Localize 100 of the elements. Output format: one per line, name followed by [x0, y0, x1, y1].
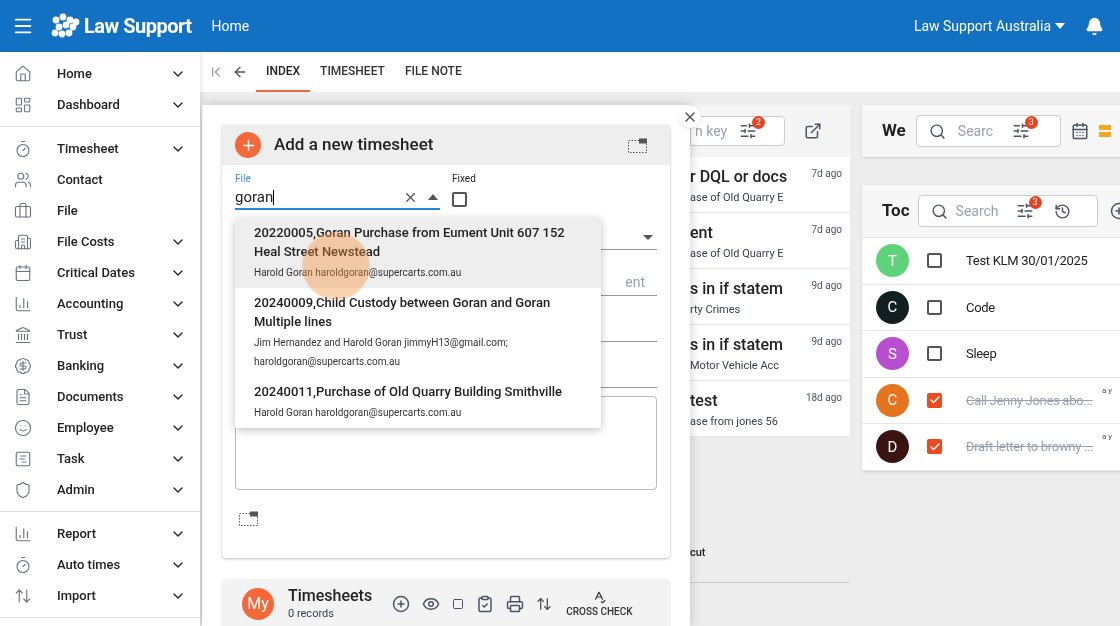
sidebar-label: Trust: [57, 325, 89, 344]
file-note-title: s in if statem: [690, 335, 784, 355]
footer-text: cut: [690, 545, 707, 561]
todo-label: Call Jenny Jones abo...: [966, 391, 1093, 410]
bank-icon: [14, 325, 32, 344]
add-icon[interactable]: [392, 595, 411, 613]
search-icon: [928, 122, 946, 140]
search-field[interactable]: Searc 3: [915, 115, 1061, 147]
field-placeholder: ent: [625, 273, 645, 292]
file-note-subtitle: ase of Old Quarry E: [690, 246, 785, 262]
sidebar-item[interactable]: Trust: [0, 319, 200, 350]
add-button[interactable]: [235, 132, 261, 158]
sidebar-item[interactable]: Dashboard: [0, 89, 200, 120]
calendar-icon[interactable]: [1070, 122, 1089, 140]
todo-label: Draft letter to browny ...: [966, 438, 1094, 456]
sidebar-item[interactable]: Timesheet: [0, 133, 200, 164]
expand-icon[interactable]: [239, 511, 258, 526]
filter-count: 2: [752, 116, 766, 129]
sidebar-item[interactable]: Task: [0, 443, 200, 474]
caret-icon: [643, 235, 653, 240]
tab[interactable]: FILE NOTE: [394, 52, 472, 92]
sidebar-item[interactable]: Banking: [0, 350, 200, 381]
file-note-time: 9d ago: [811, 279, 842, 293]
checkbox[interactable]: [927, 439, 942, 455]
sidebar-item[interactable]: Auto times: [0, 549, 200, 580]
filter-icon[interactable]: [1011, 122, 1030, 140]
spell-check-icon: [592, 589, 607, 604]
back-icon[interactable]: [232, 64, 248, 80]
sidebar-item[interactable]: Critical Dates: [0, 257, 200, 288]
close-button[interactable]: [679, 106, 701, 128]
sort-icon[interactable]: [536, 596, 553, 612]
organization-selector[interactable]: Law Support Australia: [913, 15, 1065, 37]
dollar-icon: [14, 356, 32, 375]
todo-label: Sleep: [966, 345, 997, 363]
sidebar-item[interactable]: File Costs: [0, 226, 200, 257]
avatar: D: [876, 430, 909, 464]
tab[interactable]: TIMESHEET: [310, 52, 395, 92]
todo-item[interactable]: C Code: [862, 284, 1120, 331]
caret-up-icon[interactable]: [428, 194, 438, 200]
fixed-checkbox[interactable]: [452, 192, 467, 207]
sidebar-label: Report: [57, 524, 98, 543]
search-placeholder: n key: [695, 121, 728, 141]
sidebar-label: Timesheet: [57, 139, 120, 158]
document-icon: [14, 387, 32, 406]
sidebar-item[interactable]: Contact: [0, 164, 200, 195]
fixed-label: Fixed: [452, 172, 476, 186]
avatar: C: [876, 383, 909, 417]
suggestion-item[interactable]: 20240009,Child Custody between Goran and Goran Multiple lines Jim Hernandez and Harold Goran jimmyH13@gmail.com; haroldgoran@supercarts.com.au: [235, 288, 601, 377]
sidebar-item[interactable]: Admin: [0, 474, 200, 505]
todo-item[interactable]: D Draft letter to browny ... a y: [862, 424, 1120, 471]
stopwatch-icon: [14, 139, 32, 158]
sidebar-item[interactable]: Report: [0, 518, 200, 549]
todo-item[interactable]: C Call Jenny Jones abo... a y: [862, 377, 1120, 424]
expand-icon[interactable]: [628, 137, 647, 153]
tab[interactable]: INDEX: [256, 52, 311, 92]
cross-check-button[interactable]: CROSS CHECK: [566, 589, 633, 619]
suggestion-title: 20240009,Child Custody between Goran and Goran Multiple lines: [254, 294, 552, 331]
avatar: S: [876, 337, 909, 371]
suggestion-item[interactable]: 20240011,Purchase of Old Quarry Building Smithville Harold Goran haroldgoran@supercarts.com.au: [235, 377, 601, 428]
sidebar-item[interactable]: Documents: [0, 381, 200, 412]
todo-item[interactable]: S Sleep: [862, 331, 1120, 378]
suggestion-title: 20240011,Purchase of Old Quarry Building Smithville: [254, 383, 563, 401]
square-icon[interactable]: [452, 598, 465, 610]
open-external-icon[interactable]: [804, 122, 822, 140]
building-icon: [14, 232, 32, 251]
sidebar-item[interactable]: File: [0, 195, 200, 226]
notification-icon[interactable]: [1085, 16, 1104, 36]
checkbox[interactable]: [927, 253, 942, 269]
suggestion-detail: Jim Hernandez and Harold Goran jimmyH13@gmail.com; haroldgoran@supercarts.com.au: [254, 336, 509, 369]
file-note-title: r DQL or docs: [690, 167, 789, 187]
sidebar-label: File Costs: [57, 232, 116, 251]
filter-icon[interactable]: [739, 122, 758, 140]
sidebar-item[interactable]: Employee: [0, 412, 200, 443]
sidebar-item[interactable]: Home: [0, 58, 200, 89]
clipboard-check-icon[interactable]: [476, 595, 495, 613]
bar-chart-icon: [14, 294, 32, 313]
file-field[interactable]: File goran: [235, 171, 440, 210]
view-icon[interactable]: [422, 595, 441, 613]
search-field[interactable]: Search 3: [917, 195, 1098, 227]
week-title: We: [882, 119, 906, 143]
file-note-subtitle: Motor Vehicle Acc: [690, 358, 781, 374]
avatar: C: [876, 290, 909, 324]
breadcrumb[interactable]: Home: [211, 15, 250, 37]
checkbox[interactable]: [927, 392, 942, 408]
print-icon[interactable]: [506, 595, 525, 613]
search-placeholder: Search: [955, 201, 1000, 221]
record-count: 0 records: [288, 605, 335, 622]
sidebar-item[interactable]: Import: [0, 580, 200, 611]
search-field[interactable]: n key 2: [690, 116, 785, 146]
filter-icon[interactable]: [1015, 202, 1034, 220]
history-icon[interactable]: [1053, 202, 1071, 220]
sidebar-item[interactable]: Accounting: [0, 288, 200, 319]
checkbox[interactable]: [927, 299, 942, 315]
todo-item[interactable]: T Test KLM 30/01/2025: [862, 238, 1120, 285]
sort-icon: [14, 586, 32, 605]
sidebar-label: Dashboard: [57, 95, 121, 114]
face-icon: [14, 418, 32, 437]
suggestion-item[interactable]: 20220005,Goran Purchase from Eument Unit 607 152 Heal Street Newstead Harold Goran haroldgoran@supercarts.com.au: [235, 218, 601, 288]
filter-count: 3: [1028, 196, 1042, 209]
checkbox[interactable]: [927, 346, 942, 362]
